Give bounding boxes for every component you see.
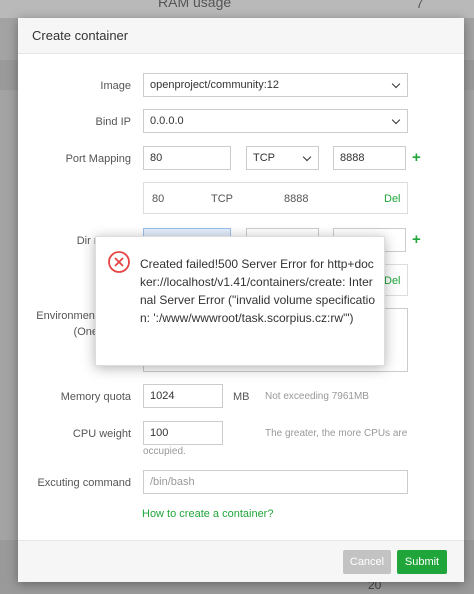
memory-hint: Not exceeding 7961MB xyxy=(265,391,369,402)
host-port-value: 8888 xyxy=(340,152,365,164)
memory-quota-label: Memory quota xyxy=(60,391,131,403)
dir-mapping-label: Dir m xyxy=(76,235,103,247)
memory-quota-input[interactable]: 1024 xyxy=(143,384,223,408)
delete-port-link[interactable]: Del xyxy=(384,193,401,205)
command-label: Excuting command xyxy=(37,477,131,489)
submit-button[interactable]: Submit xyxy=(397,550,447,574)
entry-host: 8888 xyxy=(284,193,309,205)
cpu-hint-line2: occupied. xyxy=(143,446,186,457)
background-header: RAM usage 7 xyxy=(0,0,474,18)
dialog-footer: Cancel Submit xyxy=(18,540,464,582)
delete-dir-link[interactable]: Del xyxy=(384,275,401,287)
port-mapping-entry: 80 TCP 8888 Del xyxy=(143,182,408,214)
ram-usage-value: 7 xyxy=(416,0,424,11)
image-label: Image xyxy=(100,80,131,92)
container-port-input[interactable]: 80 xyxy=(143,146,231,170)
image-select[interactable]: openproject/community:12 xyxy=(143,73,408,97)
image-select-value: openproject/community:12 xyxy=(150,79,280,91)
how-to-create-link[interactable]: How to create a container? xyxy=(142,508,273,520)
entry-port: 80 xyxy=(152,193,165,205)
error-popup: Created failed!500 Server Error for http… xyxy=(95,236,385,366)
add-port-plus-icon[interactable]: + xyxy=(412,150,421,165)
command-placeholder: /bin/bash xyxy=(150,476,195,488)
memory-unit: MB xyxy=(233,391,250,403)
entry-protocol: TCP xyxy=(211,193,233,205)
host-port-input[interactable]: 8888 xyxy=(333,146,406,170)
bind-ip-label: Bind IP xyxy=(95,116,131,128)
error-message: Created failed!500 Server Error for http… xyxy=(140,257,376,325)
command-input[interactable]: /bin/bash xyxy=(143,470,408,494)
protocol-select-value: TCP xyxy=(253,152,275,164)
cancel-button[interactable]: Cancel xyxy=(343,550,391,574)
error-circle-x-icon xyxy=(108,251,130,273)
dialog-header: Create container xyxy=(18,18,464,54)
environment-sublabel: (One xyxy=(73,326,98,338)
bind-ip-select-value: 0.0.0.0 xyxy=(150,115,184,127)
container-port-value: 80 xyxy=(150,152,163,164)
memory-quota-value: 1024 xyxy=(150,390,175,402)
cpu-weight-value: 100 xyxy=(150,427,169,439)
cpu-hint-line1: The greater, the more CPUs are xyxy=(265,428,408,439)
protocol-select[interactable]: TCP xyxy=(246,146,319,170)
environment-label: Environment xyxy=(36,310,98,322)
cpu-weight-input[interactable]: 100 xyxy=(143,421,223,445)
dialog-title: Create container xyxy=(32,28,129,43)
bind-ip-select[interactable]: 0.0.0.0 xyxy=(143,109,408,133)
cpu-weight-label: CPU weight xyxy=(72,428,131,440)
port-mapping-label: Port Mapping xyxy=(65,153,131,165)
ram-usage-label: RAM usage xyxy=(158,0,232,10)
add-dir-plus-icon[interactable]: + xyxy=(412,232,421,247)
